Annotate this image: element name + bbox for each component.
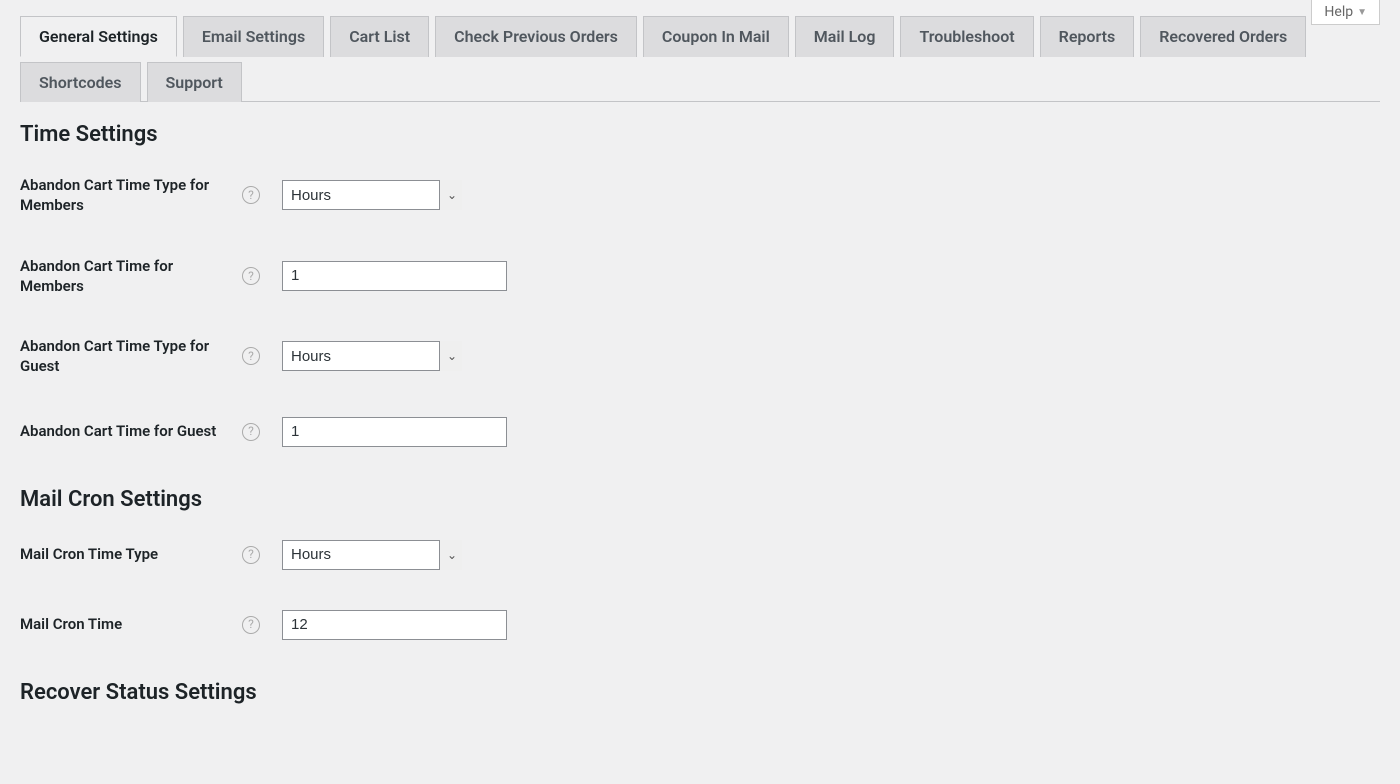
field-row-mail-cron-type: Mail Cron Time Type ? Hours ⌄	[20, 540, 1380, 570]
tab-recovered-orders[interactable]: Recovered Orders	[1140, 16, 1306, 57]
tab-email-settings[interactable]: Email Settings	[183, 16, 324, 57]
chevron-down-icon: ▼	[1357, 7, 1367, 18]
help-circle-icon[interactable]: ?	[242, 347, 260, 365]
input-abandon-guest-time[interactable]	[282, 417, 507, 447]
input-abandon-member-time[interactable]	[282, 261, 507, 291]
field-row-abandon-member-type: Abandon Cart Time Type for Members ? Hou…	[20, 175, 1380, 216]
field-row-abandon-guest-type: Abandon Cart Time Type for Guest ? Hours…	[20, 336, 1380, 377]
help-circle-icon[interactable]: ?	[242, 616, 260, 634]
field-row-abandon-guest-time: Abandon Cart Time for Guest ?	[20, 417, 1380, 447]
label-abandon-guest-type: Abandon Cart Time Type for Guest ?	[20, 336, 270, 377]
tab-check-previous-orders[interactable]: Check Previous Orders	[435, 16, 637, 57]
section-title-mail-cron: Mail Cron Settings	[20, 487, 1380, 512]
label-mail-cron-type: Mail Cron Time Type ?	[20, 544, 270, 564]
label-abandon-guest-time: Abandon Cart Time for Guest ?	[20, 421, 270, 441]
label-mail-cron-time: Mail Cron Time ?	[20, 614, 270, 634]
input-mail-cron-time[interactable]	[282, 610, 507, 640]
label-abandon-member-time: Abandon Cart Time for Members ?	[20, 256, 270, 297]
select-mail-cron-type[interactable]: Hours	[282, 540, 462, 570]
section-title-time-settings: Time Settings	[20, 122, 1380, 147]
help-tab-label: Help	[1324, 4, 1353, 20]
tab-cart-list[interactable]: Cart List	[330, 16, 429, 57]
tab-coupon-in-mail[interactable]: Coupon In Mail	[643, 16, 789, 57]
field-row-abandon-member-time: Abandon Cart Time for Members ?	[20, 256, 1380, 297]
select-abandon-guest-type[interactable]: Hours	[282, 341, 462, 371]
help-circle-icon[interactable]: ?	[242, 546, 260, 564]
tab-general-settings[interactable]: General Settings	[20, 16, 177, 57]
select-abandon-member-type[interactable]: Hours	[282, 180, 462, 210]
field-row-mail-cron-time: Mail Cron Time ?	[20, 610, 1380, 640]
tab-troubleshoot[interactable]: Troubleshoot	[900, 16, 1033, 57]
help-circle-icon[interactable]: ?	[242, 423, 260, 441]
help-circle-icon[interactable]: ?	[242, 186, 260, 204]
tab-shortcodes[interactable]: Shortcodes	[20, 62, 141, 102]
tab-support[interactable]: Support	[147, 62, 242, 102]
label-abandon-member-type: Abandon Cart Time Type for Members ?	[20, 175, 270, 216]
tab-mail-log[interactable]: Mail Log	[795, 16, 895, 57]
help-circle-icon[interactable]: ?	[242, 267, 260, 285]
nav-tabs: General Settings Email Settings Cart Lis…	[20, 0, 1380, 102]
section-title-recover-status: Recover Status Settings	[20, 680, 1380, 705]
screen-help-tab[interactable]: Help ▼	[1311, 0, 1380, 25]
tab-reports[interactable]: Reports	[1040, 16, 1135, 57]
